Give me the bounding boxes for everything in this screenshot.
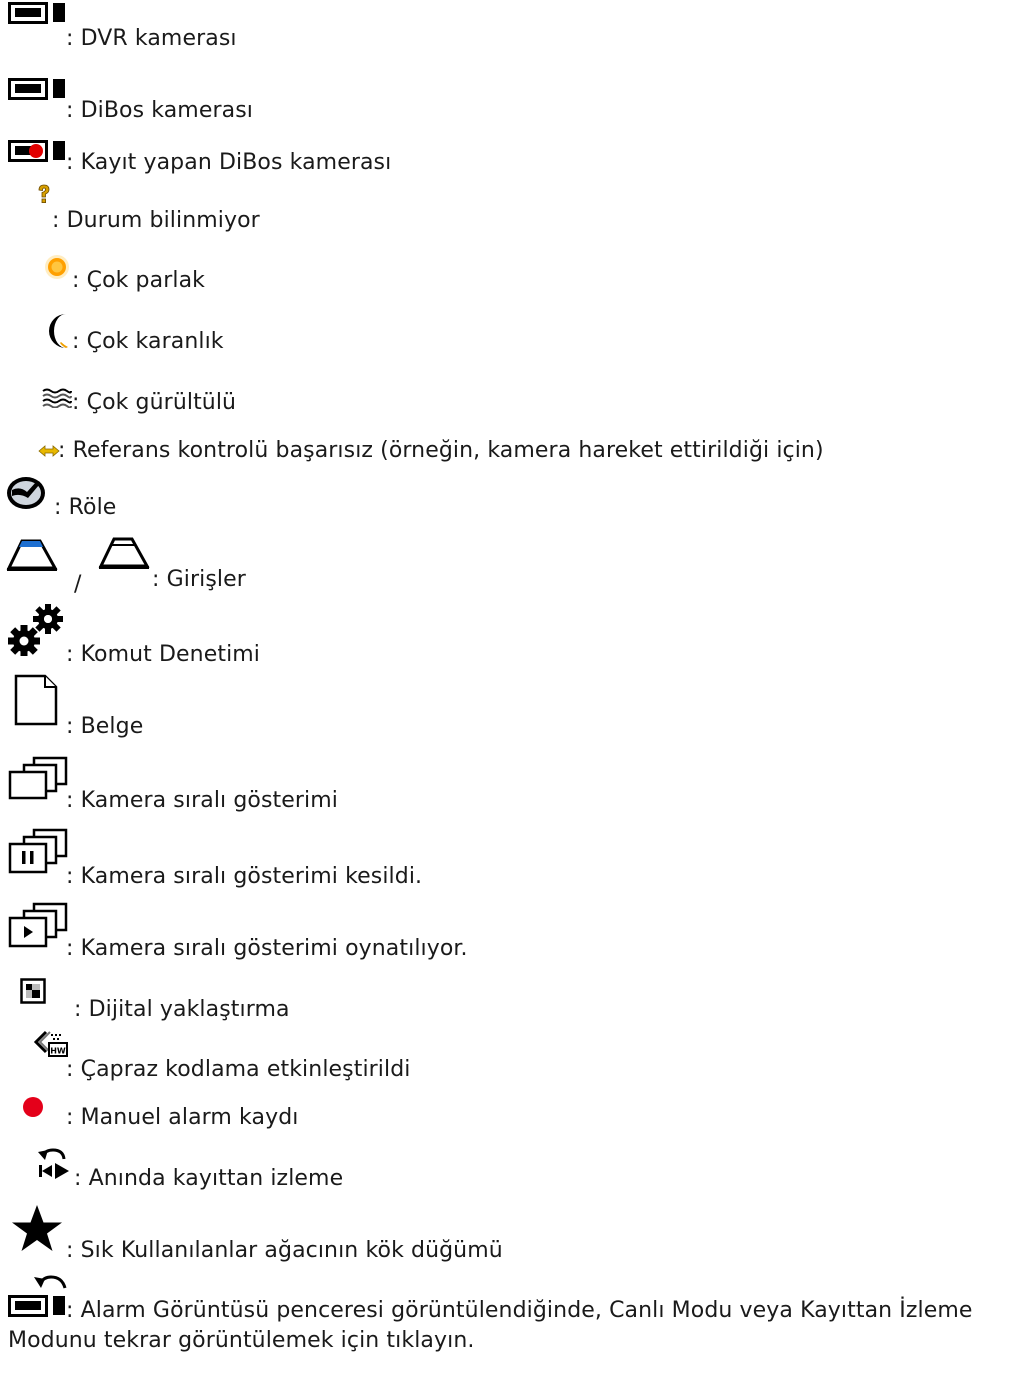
instant-playback-icon	[36, 1146, 70, 1180]
legend-label: : Girişler	[152, 567, 246, 592]
camera-sequence-icon	[8, 756, 68, 800]
document-icon	[14, 674, 58, 726]
too-dark-icon	[48, 312, 72, 350]
legend-label: : Kamera sıralı gösterimi oynatılıyor.	[66, 936, 468, 961]
manual-alarm-recording-icon	[22, 1096, 44, 1118]
legend-label: : Referans kontrolü başarısız (örneğin, …	[58, 438, 824, 463]
legend-label: : Çok gürültülü	[72, 390, 237, 415]
unknown-status-icon	[36, 184, 52, 204]
reference-check-failed-icon	[38, 444, 60, 458]
svg-text:HW: HW	[50, 1047, 66, 1056]
camera-sequence-playing-icon	[8, 902, 68, 948]
input-inactive-icon	[98, 536, 150, 570]
legend-label: : Manuel alarm kaydı	[66, 1105, 299, 1130]
legend-label: : Alarm Görüntüsü penceresi görüntülendi…	[8, 1298, 973, 1353]
command-script-icon	[8, 604, 66, 656]
digital-zoom-icon	[20, 978, 46, 1004]
legend-label: : Belge	[66, 714, 144, 739]
legend-label: : DVR kamerası	[66, 26, 237, 51]
legend-label: : Çapraz kodlama etkinleştirildi	[66, 1057, 411, 1082]
legend-label: : Komut Denetimi	[66, 642, 261, 667]
camera-sequence-paused-icon	[8, 828, 68, 874]
legend-label: : Kamera sıralı gösterimi kesildi.	[66, 864, 423, 889]
legend-label: : Sık Kullanılanlar ağacının kök düğümü	[66, 1238, 503, 1263]
legend-label: : Çok karanlık	[72, 329, 224, 354]
dvr-camera-icon	[8, 2, 66, 24]
legend-label: : Kayıt yapan DiBos kamerası	[66, 150, 392, 175]
input-active-icon	[6, 538, 58, 572]
relay-icon	[6, 476, 46, 510]
legend-label: : Çok parlak	[72, 268, 205, 293]
legend-label: : Anında kayıttan izleme	[74, 1166, 344, 1191]
too-noisy-icon	[42, 388, 72, 408]
legend-label: : Dijital yaklaştırma	[74, 997, 290, 1022]
legend-label: : Kamera sıralı gösterimi	[66, 788, 338, 813]
too-bright-icon	[42, 252, 72, 282]
legend-label: : Röle	[54, 495, 117, 520]
legend-label: : Durum bilinmiyor	[52, 208, 260, 233]
transcoding-icon: HW	[32, 1030, 68, 1060]
inputs-separator: /	[74, 572, 82, 597]
dibos-recording-camera-icon	[8, 140, 66, 162]
favorites-root-icon	[10, 1204, 64, 1252]
dibos-camera-icon	[8, 78, 66, 100]
legend-label: : DiBos kamerası	[66, 98, 253, 123]
